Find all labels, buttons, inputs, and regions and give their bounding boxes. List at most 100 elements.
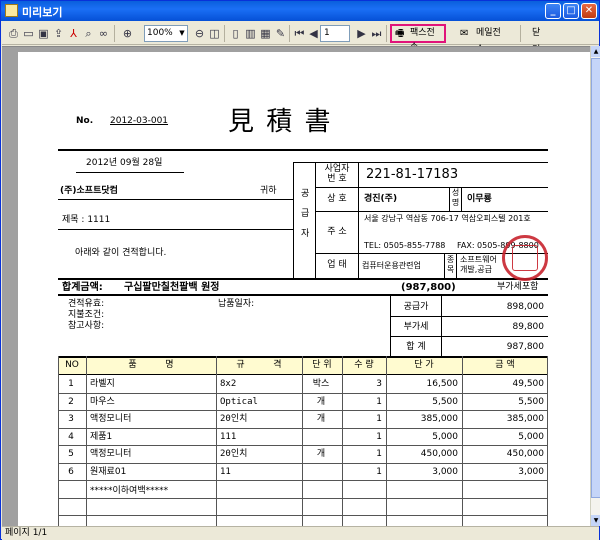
col-no: NO [65, 360, 79, 370]
minimize-button[interactable]: _ [545, 3, 561, 19]
col-spec: 규 격 [236, 360, 282, 370]
fax-send-button[interactable]: 🖷팩스전송 [390, 24, 446, 53]
divider [58, 356, 548, 358]
table-cell: 5,000 [518, 431, 544, 442]
scroll-thumb[interactable] [591, 58, 600, 498]
table-cell: 4 [68, 431, 74, 442]
table-cell: 16,500 [426, 379, 459, 389]
company-value: 경진(주) [364, 194, 398, 204]
scroll-up-icon[interactable]: ▲ [591, 46, 600, 57]
zoom-value: 100% [147, 28, 173, 38]
row-line [58, 410, 548, 411]
supplier-box-top [293, 162, 548, 163]
honorific: 귀하 [260, 186, 277, 196]
sum-value: 987,800 [506, 342, 544, 352]
toolbar-separator [289, 25, 290, 42]
save-icon[interactable]: ▣ [36, 26, 51, 41]
close-window-button[interactable]: ✕ [581, 3, 597, 19]
print-icon[interactable]: ⎙ [6, 26, 21, 41]
name-label: 성 명 [451, 188, 460, 207]
divider [390, 296, 391, 356]
divider [58, 229, 293, 230]
intro-text: 아래와 같이 견적합니다. [75, 248, 167, 258]
supplier-side-1: 공 [301, 189, 310, 199]
table-cell: 20인치 [220, 414, 248, 424]
address-label: 주 소 [327, 227, 347, 237]
edit-icon[interactable]: ✎ [273, 26, 288, 41]
table-cell: 20인치 [220, 449, 248, 459]
divider [390, 336, 548, 337]
mail-send-button[interactable]: ✉메일전송 [457, 25, 511, 55]
fit-icon[interactable]: ◫ [207, 26, 222, 41]
item-value: 소프트웨어 개발,공급 [460, 255, 497, 274]
item-label: 종 목 [446, 255, 455, 274]
col-line [462, 356, 463, 526]
open-icon[interactable]: ▭ [21, 26, 36, 41]
col-line [58, 356, 59, 526]
preview-viewport[interactable]: No. 2012-03-001 見 積 書 2012년 09월 28일 (주)소… [2, 46, 590, 526]
table-cell: 450,000 [420, 449, 458, 459]
binoculars-icon[interactable]: ∞ [96, 26, 111, 41]
no-label: No. [76, 116, 94, 126]
vertical-scrollbar[interactable]: ▲ ▼ [590, 46, 600, 526]
two-page-icon[interactable]: ▥ [243, 26, 258, 41]
table-cell: 개 [316, 414, 326, 424]
table-cell: 5,500 [432, 396, 458, 407]
zoom-out-icon[interactable]: ⊖ [192, 26, 207, 41]
page-number-input[interactable]: 1 [320, 25, 350, 42]
vat-label: 부가세 [403, 322, 429, 332]
col-unit: 단 위 [312, 360, 332, 370]
row-line [58, 392, 548, 394]
table-cell: 제품1 [90, 431, 113, 442]
title-bar[interactable]: 미리보기 _ □ ✕ [1, 1, 599, 21]
table-cell: 49,500 [512, 379, 545, 389]
maximize-button[interactable]: □ [563, 3, 579, 19]
toolbar-separator [386, 25, 387, 42]
first-page-icon[interactable]: ⏮ [292, 26, 307, 41]
row-line [58, 480, 548, 481]
subject: 제목 : 1111 [62, 215, 111, 225]
multi-page-icon[interactable]: ▦ [258, 26, 273, 41]
supply-price-value: 898,000 [506, 302, 544, 312]
divider [315, 211, 548, 212]
close-preview-button[interactable]: 닫기 [528, 25, 552, 55]
chevron-down-icon: ▼ [179, 29, 185, 37]
estimate-page: No. 2012-03-001 見 積 書 2012년 09월 28일 (주)소… [18, 52, 590, 526]
divider [58, 294, 548, 296]
prev-page-icon[interactable]: ◀ [306, 26, 321, 41]
zoom-select[interactable]: 100% ▼ [144, 25, 188, 42]
vat-note: 부가세포함 [497, 282, 539, 292]
table-cell: 385,000 [506, 414, 544, 424]
total-number: (987,800) [401, 282, 456, 293]
name-value: 이무룡 [467, 194, 492, 204]
table-cell: 450,000 [506, 449, 544, 459]
col-line [547, 356, 548, 526]
toolbar-separator [224, 25, 225, 42]
col-qty: 수 량 [354, 360, 374, 370]
next-page-icon[interactable]: ▶ [354, 26, 369, 41]
table-cell: 마우스 [90, 396, 115, 407]
find-icon[interactable]: ⌕ [81, 26, 96, 41]
col-name: 품 명 [128, 360, 174, 370]
last-page-icon[interactable]: ⏭ [369, 26, 384, 41]
col-amount: 금 액 [495, 360, 515, 370]
zoom-in-icon[interactable]: ⊕ [120, 26, 135, 41]
col-line [216, 356, 217, 526]
table-cell: 개 [316, 396, 326, 407]
export-icon[interactable]: ⇪ [51, 26, 66, 41]
col-line [86, 356, 87, 526]
toolbar-separator [520, 25, 521, 42]
total-words: 구십팔만칠천팔백 원정 [124, 282, 220, 293]
table-cell: 1 [376, 449, 382, 459]
status-text: 페이지 1/1 [5, 528, 48, 538]
col-price: 단 가 [414, 360, 434, 370]
divider [315, 187, 548, 188]
delivery-date-label: 납품일자: [218, 299, 255, 309]
scroll-down-icon[interactable]: ▼ [591, 515, 600, 526]
pdf-icon[interactable]: ⅄ [66, 26, 81, 41]
regno-label: 사업자 번 호 [324, 164, 350, 184]
business-type-label: 업 태 [327, 260, 347, 270]
single-page-icon[interactable]: ▯ [228, 26, 243, 41]
app-icon [5, 4, 18, 17]
table-cell: 3 [68, 414, 74, 424]
